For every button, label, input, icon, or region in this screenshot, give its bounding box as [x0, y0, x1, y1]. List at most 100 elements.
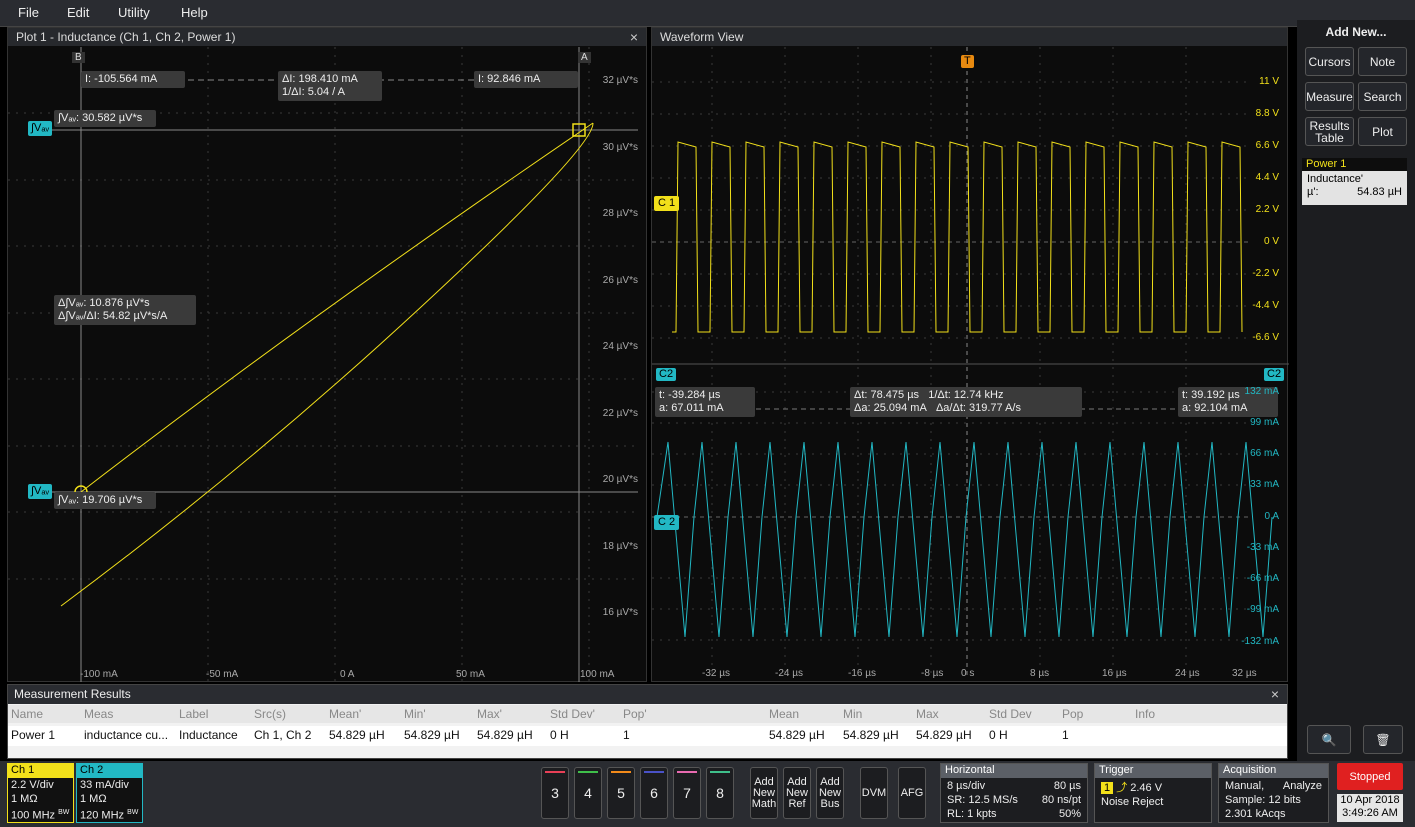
y-tick: 16 µV*s: [602, 607, 638, 618]
channel-3-button[interactable]: 3: [541, 767, 569, 819]
afg-button[interactable]: AFG: [898, 767, 926, 819]
menu-file[interactable]: File: [18, 5, 39, 20]
delta-t: Δt: 78.475 µs: [854, 389, 920, 401]
cursor-a-marker[interactable]: A: [578, 52, 591, 63]
col-header[interactable]: Std Dev': [550, 707, 595, 721]
add-new-ref-button[interactable]: Add New Ref: [783, 767, 811, 819]
datetime[interactable]: 10 Apr 2018 3:49:26 AM: [1337, 794, 1403, 822]
trash-icon[interactable]: 🗑: [1363, 725, 1403, 754]
channel-8-button[interactable]: 8: [706, 767, 734, 819]
ch2-badge[interactable]: Ch 2 33 mA/div 1 MΩ 120 MHz BW: [76, 763, 143, 823]
channel-7-button[interactable]: 7: [673, 767, 701, 819]
cell-min-prime: 54.829 µH: [404, 728, 460, 742]
col-header[interactable]: Pop': [623, 707, 647, 721]
power1-badge[interactable]: Power 1 Inductance' µ': 54.83 µH: [1302, 158, 1407, 205]
channel-7-color-bar: [677, 771, 697, 773]
date: 10 Apr 2018: [1340, 794, 1400, 806]
x-tick: -100 mA: [80, 669, 118, 680]
power1-badge-title: Power 1: [1306, 158, 1347, 170]
h-scale: 8 µs/div: [947, 780, 986, 792]
menu-edit[interactable]: Edit: [67, 5, 89, 20]
ch2-tick: 33 mA: [1250, 479, 1279, 490]
col-header[interactable]: Meas: [84, 707, 113, 721]
add-new-bus-button[interactable]: Add New Bus: [816, 767, 844, 819]
h-sample-rate: SR: 12.5 MS/s: [947, 794, 1018, 806]
menu-utility[interactable]: Utility: [118, 5, 150, 20]
channel-6-button[interactable]: 6: [640, 767, 668, 819]
c2-marker[interactable]: C 2: [654, 515, 680, 530]
col-header[interactable]: Min': [404, 707, 426, 721]
col-header[interactable]: Max: [916, 707, 939, 721]
trigger-mode: Noise Reject: [1101, 796, 1164, 808]
menu-help[interactable]: Help: [181, 5, 208, 20]
plot1-title: Plot 1 - Inductance (Ch 1, Ch 2, Power 1…: [16, 30, 236, 44]
inv-delta-t: 1/Δt: 12.74 kHz: [928, 389, 1004, 401]
channel-4-button[interactable]: 4: [574, 767, 602, 819]
time-tick: -16 µs: [848, 668, 876, 679]
col-header[interactable]: Info: [1135, 707, 1155, 721]
ch1-name: Ch 1: [8, 764, 73, 778]
channel-4-label: 4: [584, 785, 592, 801]
cell-max: 54.829 µH: [916, 728, 972, 742]
h-record-length: RL: 1 kpts: [947, 808, 997, 820]
meas-row[interactable]: Power 1 inductance cu... Inductance Ch 1…: [8, 726, 1287, 746]
col-header[interactable]: Mean': [329, 707, 361, 721]
results-table-button[interactable]: Results Table: [1305, 117, 1354, 146]
cursor-b-marker[interactable]: B: [72, 52, 85, 63]
ch2-bandwidth: 120 MHz: [80, 809, 125, 822]
plot1-titlebar: Plot 1 - Inductance (Ch 1, Ch 2, Power 1…: [8, 28, 646, 46]
ch1-bw: BW: [58, 809, 70, 816]
time-tick: 0 s: [961, 668, 975, 679]
trigger-panel[interactable]: Trigger 1 ⤴ 2.46 V Noise Reject: [1094, 763, 1212, 823]
ch1-badge[interactable]: Ch 1 2.2 V/div 1 MΩ 100 MHz BW: [7, 763, 74, 823]
horizontal-panel[interactable]: Horizontal 8 µs/div 80 µs SR: 12.5 MS/s 80…: [940, 763, 1088, 823]
channel-5-button[interactable]: 5: [607, 767, 635, 819]
trigger-marker[interactable]: T: [961, 55, 974, 68]
col-header[interactable]: Pop: [1062, 707, 1083, 721]
y-tick: 22 µV*s: [602, 408, 638, 419]
ch1-scale: 2.2 V/div: [11, 779, 54, 791]
ch1-impedance: 1 MΩ: [11, 793, 38, 805]
cursor2-a: a: 92.104 mA: [1182, 402, 1248, 414]
y-tick: 18 µV*s: [602, 541, 638, 552]
wave-delta-readout: Δt: 78.475 µs 1/Δt: 12.74 kHz Δa: 25.094…: [850, 387, 1082, 417]
col-header[interactable]: Min: [843, 707, 862, 721]
zoom-icon[interactable]: 🔍: [1307, 725, 1351, 754]
add-new-math-button[interactable]: Add New Math: [750, 767, 778, 819]
ch1-tick: 6.6 V: [1255, 140, 1279, 151]
horizontal-title: Horizontal: [941, 764, 1087, 778]
channel-4-color-bar: [578, 771, 598, 773]
meas-close-button[interactable]: ×: [1271, 686, 1279, 702]
acquisition-panel[interactable]: Acquisition Manual, Analyze Sample: 12 bi…: [1218, 763, 1329, 823]
y-tick: 20 µV*s: [602, 474, 638, 485]
int-a-tag: ∫Vₐᵥ: [28, 121, 52, 136]
trigger-source: 1: [1101, 782, 1114, 794]
acq-sample: Sample: 12 bits: [1225, 794, 1301, 806]
trigger-level: 2.46 V: [1130, 782, 1163, 794]
col-header[interactable]: Name: [11, 707, 43, 721]
col-header[interactable]: Mean: [769, 707, 799, 721]
col-header[interactable]: Src(s): [254, 707, 286, 721]
measure-button[interactable]: Measure: [1305, 82, 1354, 111]
cell-srcs: Ch 1, Ch 2: [254, 728, 312, 742]
delta-int-readout: Δ∫Vₐᵥ: 10.876 µV*s Δ∫Vₐᵥ/ΔI: 54.82 µV*s/…: [54, 295, 196, 325]
cursors-button[interactable]: Cursors: [1305, 47, 1354, 76]
bottom-settings-bar: Ch 1 2.2 V/div 1 MΩ 100 MHz BW Ch 2 33 m…: [0, 761, 1415, 827]
dvm-button[interactable]: DVM: [860, 767, 888, 819]
col-header[interactable]: Std Dev: [989, 707, 1032, 721]
col-header[interactable]: Max': [477, 707, 502, 721]
run-stop-button[interactable]: Stopped: [1337, 763, 1403, 790]
plot1-close-button[interactable]: ×: [630, 29, 638, 45]
ch2-tick: 99 mA: [1250, 417, 1279, 428]
channel-8-label: 8: [716, 785, 724, 801]
col-header[interactable]: Label: [179, 707, 208, 721]
c1-marker[interactable]: C 1: [654, 196, 680, 211]
badge-line1: Inductance': [1307, 173, 1363, 185]
y-tick: 24 µV*s: [602, 341, 638, 352]
note-button[interactable]: Note: [1358, 47, 1407, 76]
delta-a-dt: Δa/Δt: 319.77 A/s: [935, 402, 1021, 414]
ch1-tick: -2.2 V: [1252, 268, 1279, 279]
plot-button[interactable]: Plot: [1358, 117, 1407, 146]
search-button[interactable]: Search: [1358, 82, 1407, 111]
measurement-results-panel: Measurement Results × Name Meas Label Sr…: [7, 684, 1288, 759]
